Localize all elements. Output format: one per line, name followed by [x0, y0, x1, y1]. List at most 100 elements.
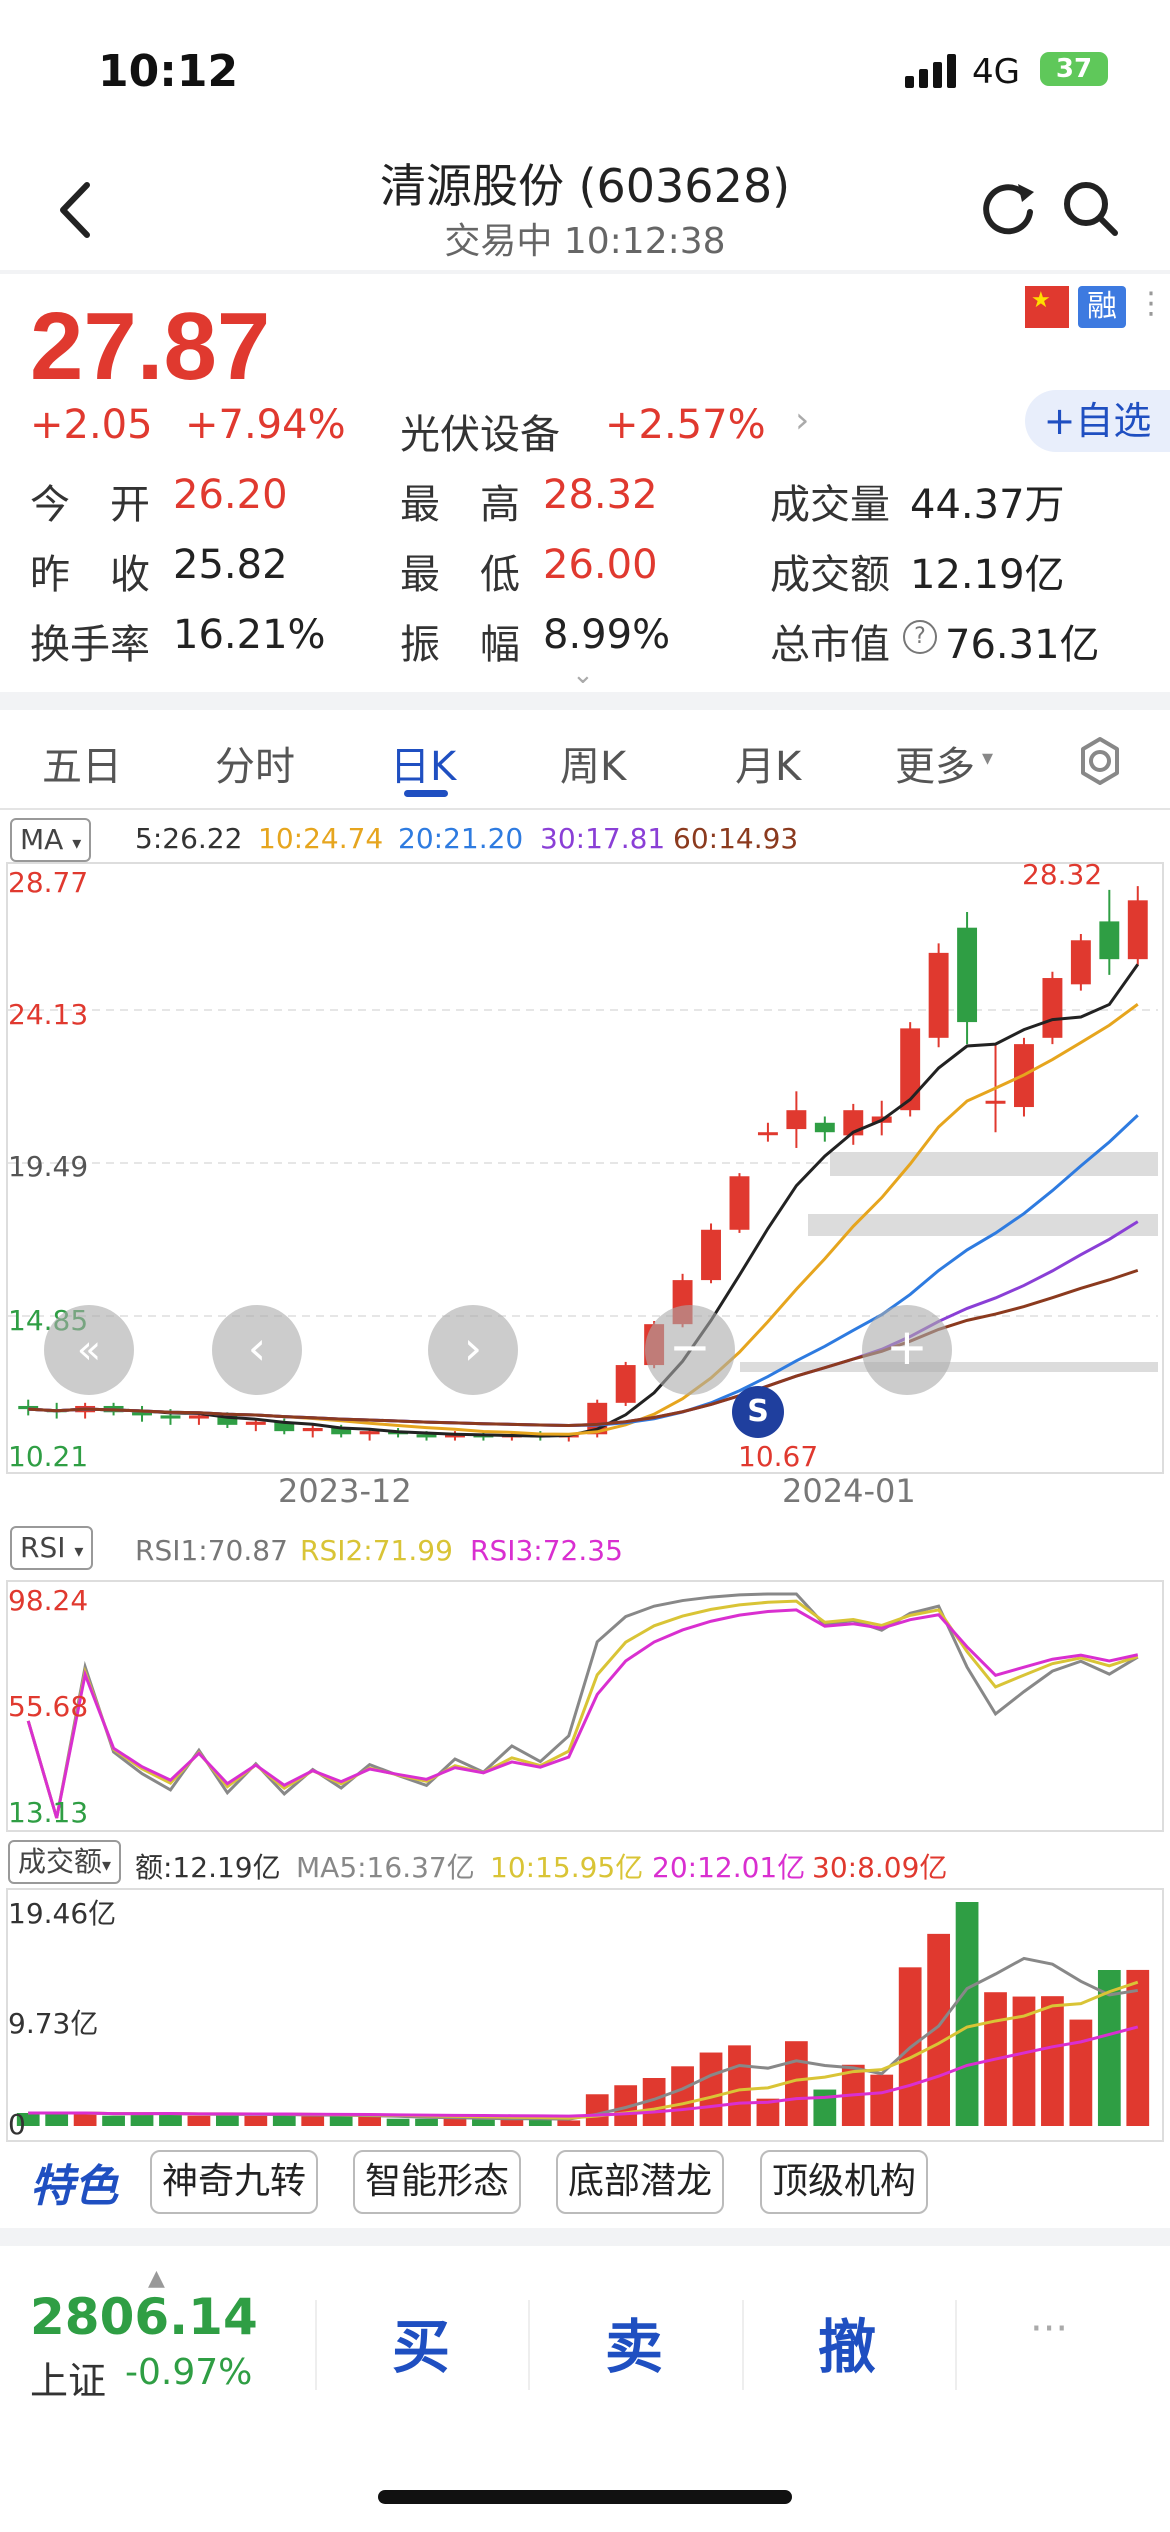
bottom-trade-bar: ▲ 2806.14 上证 -0.97% 买 卖 撤 ··· [0, 2240, 1170, 2532]
volume-bar [102, 2115, 125, 2126]
gear-icon[interactable] [1075, 736, 1125, 786]
pan-left-icon[interactable]: ‹ [212, 1305, 302, 1395]
volume-label: 成交量 [770, 482, 890, 528]
volume-ma5: MA5:16.37亿 [296, 1851, 475, 1884]
zoom-out-icon[interactable]: − [645, 1305, 735, 1395]
more-icon[interactable]: ⋮ [1136, 286, 1166, 321]
index-change: -0.97% [125, 2352, 253, 2393]
volume-profile-bar [830, 1152, 1158, 1176]
volume-bar [443, 2118, 467, 2126]
candle [1042, 971, 1063, 1045]
sell-button[interactable]: 卖 [605, 2300, 663, 2384]
zoom-in-icon[interactable]: + [862, 1305, 952, 1395]
volume-bar [130, 2113, 154, 2126]
amount-value: 12.19亿 [910, 552, 1065, 598]
volume-chart [16, 1902, 1150, 2126]
ma10-value: 10:24.74 [258, 822, 384, 855]
candle [729, 1173, 750, 1233]
status-time: 10:12 [98, 46, 239, 97]
low-value: 26.00 [543, 542, 658, 588]
tab-five-day[interactable]: 五日 [42, 734, 122, 792]
candle [132, 1405, 152, 1422]
feature-tag[interactable]: 底部潜龙 [556, 2150, 725, 2214]
volume-bar [329, 2116, 353, 2126]
kline-low-mark: 10.67 [738, 1440, 819, 1473]
caret-down-icon: ▾ [74, 1541, 84, 1562]
caret-down-icon: ▾ [102, 1855, 112, 1876]
divider [315, 2300, 317, 2390]
open-value: 26.20 [173, 472, 288, 518]
margin-badge: 融 [1078, 286, 1126, 328]
chevron-right-icon[interactable]: › [795, 400, 809, 441]
rsi-line [26, 1599, 1139, 1819]
index-value[interactable]: 2806.14 [30, 2288, 258, 2346]
signal-marker-icon[interactable]: S [732, 1386, 784, 1438]
sector-name[interactable]: 光伏设备 [400, 402, 560, 460]
network-label: 4G [972, 52, 1020, 92]
caret-down-icon: ▾ [72, 833, 82, 854]
candle [1127, 886, 1148, 966]
candle [786, 1091, 807, 1148]
feature-tag[interactable]: 智能形态 [353, 2150, 522, 2214]
volume-y-label: 0 [8, 2108, 26, 2141]
help-icon[interactable]: ? [903, 620, 937, 654]
search-icon[interactable] [1060, 178, 1120, 238]
high-value: 28.32 [543, 472, 658, 518]
tab-more[interactable]: 更多 [895, 734, 975, 792]
candle [701, 1223, 721, 1284]
period-tabs: 五日 分时 日K 周K 月K 更多 ▾ [0, 712, 1170, 812]
volume-selector[interactable]: 成交额▾ [8, 1840, 122, 1884]
rsi2-value: RSI2:71.99 [300, 1534, 453, 1567]
volume-bar [73, 2112, 97, 2126]
rsi-line [26, 1592, 1139, 1819]
kline-high-mark: 28.32 [1022, 858, 1103, 891]
volume-bar [671, 2066, 694, 2126]
buy-button[interactable]: 买 [392, 2300, 450, 2384]
rewind-icon[interactable]: « [44, 1305, 134, 1395]
candle [957, 911, 978, 1045]
candle [900, 1022, 921, 1117]
ma5-value: 5:26.22 [135, 822, 243, 855]
refresh-icon[interactable] [978, 178, 1038, 238]
china-flag-icon: ★ [1025, 286, 1069, 328]
turnover-label: 换手率 [30, 622, 150, 668]
feature-tag[interactable]: 神奇九转 [150, 2150, 319, 2214]
volume-selector-label: 成交额 [18, 1845, 103, 1878]
prev-close-value: 25.82 [173, 542, 288, 588]
high-label: 最 高 [400, 482, 520, 528]
volume-amount: 额:12.19亿 [135, 1851, 281, 1884]
volume-bar [699, 2052, 723, 2126]
ma-selector[interactable]: MA ▾ [10, 818, 92, 862]
volume-bar [585, 2094, 609, 2126]
volume-bar [415, 2118, 438, 2126]
rsi-selector[interactable]: RSI ▾ [10, 1526, 94, 1570]
candle [814, 1116, 835, 1142]
more-dots-icon[interactable]: ··· [1030, 2306, 1068, 2352]
tab-weekly-k[interactable]: 周K [560, 734, 626, 792]
tab-monthly-k[interactable]: 月K [735, 734, 801, 792]
kline-y-label: 28.77 [8, 866, 89, 899]
tab-daily-k[interactable]: 日K [390, 734, 456, 792]
rsi3-value: RSI3:72.35 [470, 1534, 623, 1567]
volume-y-label: 9.73亿 [8, 2007, 99, 2040]
divider [955, 2300, 957, 2390]
open-label: 今 开 [30, 482, 150, 528]
turnover-value: 16.21% [173, 612, 326, 658]
feature-tag[interactable]: 顶级机构 [760, 2150, 929, 2214]
volume-bar [187, 2115, 211, 2126]
cancel-order-button[interactable]: 撤 [818, 2300, 876, 2384]
rsi1-value: RSI1:70.87 [135, 1534, 288, 1567]
add-watchlist-button[interactable]: +自选 [1025, 390, 1170, 452]
active-tab-indicator [404, 790, 448, 797]
caret-down-icon: ▾ [982, 746, 994, 771]
kline-chart[interactable] [0, 860, 1170, 1472]
home-indicator [378, 2490, 792, 2504]
volume-bar [870, 2074, 894, 2126]
volume-bar [728, 2045, 751, 2126]
kline-y-label: 19.49 [8, 1150, 89, 1183]
pan-right-icon[interactable]: › [428, 1305, 518, 1395]
expand-chevron-icon[interactable]: ⌄ [572, 660, 594, 690]
tab-intraday[interactable]: 分时 [215, 734, 295, 792]
candle [757, 1122, 778, 1142]
divider [742, 2300, 744, 2390]
